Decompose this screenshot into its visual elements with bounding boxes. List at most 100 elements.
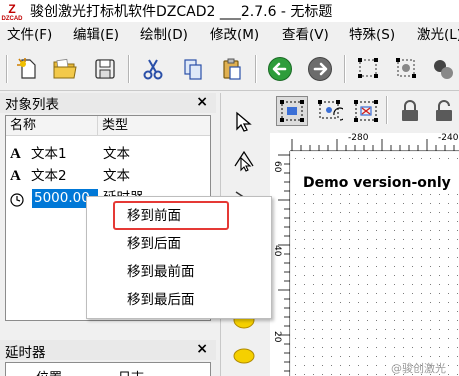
menu-item-bring-forward[interactable]: 移到前面 bbox=[127, 206, 181, 226]
grid-dot bbox=[376, 158, 377, 159]
grid-dot bbox=[313, 320, 314, 321]
menu-modify[interactable]: 修改(M) bbox=[210, 26, 259, 44]
object-type: 文本 bbox=[103, 168, 130, 184]
grid-dot bbox=[340, 365, 341, 366]
grid-dot bbox=[304, 266, 305, 267]
grid-dot bbox=[439, 329, 440, 330]
grid-dot bbox=[421, 257, 422, 258]
column-header-name[interactable]: 名称 bbox=[6, 116, 98, 136]
grid-dot bbox=[394, 239, 395, 240]
delay-list[interactable]: 位置 日志 bbox=[5, 362, 211, 376]
grid-dot bbox=[430, 311, 431, 312]
grid-dot bbox=[430, 275, 431, 276]
delay-column-position[interactable]: 位置 bbox=[36, 367, 62, 376]
menu-item-bring-to-front[interactable]: 移到最前面 bbox=[127, 262, 195, 282]
grid-dot bbox=[331, 374, 332, 375]
new-file-button[interactable] bbox=[13, 54, 43, 84]
grid-dot bbox=[295, 356, 296, 357]
grid-dot bbox=[421, 230, 422, 231]
grid-dot bbox=[421, 302, 422, 303]
grid-dot bbox=[304, 248, 305, 249]
grid-dot bbox=[403, 194, 404, 195]
unlock-button[interactable] bbox=[428, 96, 459, 126]
grid-dot bbox=[349, 356, 350, 357]
grid-dot bbox=[313, 347, 314, 348]
select-tool-button[interactable] bbox=[229, 107, 259, 137]
grid-dot bbox=[385, 302, 386, 303]
copy-icon bbox=[184, 59, 202, 80]
grid-dot bbox=[313, 275, 314, 276]
grid-dot bbox=[448, 239, 449, 240]
grid-dot bbox=[385, 158, 386, 159]
grid-dot bbox=[349, 194, 350, 195]
copy-button[interactable] bbox=[178, 54, 208, 84]
grid-dot bbox=[385, 248, 386, 249]
grid-dot bbox=[322, 248, 323, 249]
horizontal-ruler[interactable]: -280 -240 bbox=[290, 133, 459, 151]
menu-special[interactable]: 特殊(S) bbox=[349, 26, 395, 44]
node-edit-tool-button[interactable] bbox=[229, 145, 259, 175]
grid-dot bbox=[448, 311, 449, 312]
grid-dot bbox=[367, 329, 368, 330]
menu-edit[interactable]: 编辑(E) bbox=[73, 26, 119, 44]
menu-file[interactable]: 文件(F) bbox=[7, 26, 52, 44]
toolbar-grip bbox=[6, 55, 8, 83]
cut-button[interactable] bbox=[138, 54, 168, 84]
grid-dot bbox=[367, 230, 368, 231]
grid-dot bbox=[394, 257, 395, 258]
object-list-close-icon[interactable]: × bbox=[196, 94, 208, 110]
align-nodes-button[interactable] bbox=[276, 96, 308, 126]
delay-column-log[interactable]: 日志 bbox=[118, 367, 144, 376]
grid-dot bbox=[412, 284, 413, 285]
open-file-button[interactable] bbox=[50, 54, 80, 84]
grid-dot bbox=[313, 194, 314, 195]
column-header-type[interactable]: 类型 bbox=[98, 116, 210, 136]
rotate-nodes-button[interactable] bbox=[314, 96, 346, 126]
grid-dot bbox=[295, 257, 296, 258]
grid-dot bbox=[358, 329, 359, 330]
grid-dot bbox=[331, 356, 332, 357]
menu-view[interactable]: 查看(V) bbox=[282, 26, 329, 44]
lock-button[interactable] bbox=[394, 96, 426, 126]
grid-dot bbox=[367, 374, 368, 375]
grid-dot bbox=[376, 365, 377, 366]
node-select-button[interactable] bbox=[354, 54, 384, 84]
menu-laser[interactable]: 激光(L) bbox=[417, 26, 459, 44]
redo-arrow-icon bbox=[308, 57, 332, 81]
grid-dot bbox=[376, 212, 377, 213]
grid-dot bbox=[331, 266, 332, 267]
menu-item-send-to-back[interactable]: 移到最后面 bbox=[127, 290, 195, 310]
redo-button[interactable] bbox=[305, 54, 335, 84]
grid-dot bbox=[448, 302, 449, 303]
grid-dot bbox=[421, 221, 422, 222]
paste-button[interactable] bbox=[217, 54, 247, 84]
grid-dot bbox=[394, 329, 395, 330]
vertical-ruler[interactable]: 60 40 20 bbox=[270, 151, 290, 376]
grid-dot bbox=[412, 329, 413, 330]
drawing-canvas[interactable]: Demo version-only bbox=[291, 152, 459, 376]
grid-dot bbox=[322, 230, 323, 231]
grid-dot bbox=[340, 221, 341, 222]
node-combine-button[interactable] bbox=[428, 54, 458, 84]
grid-dot bbox=[439, 311, 440, 312]
grid-dot bbox=[331, 347, 332, 348]
grid-dot bbox=[430, 347, 431, 348]
object-list-row[interactable]: A 文本1 文本 bbox=[6, 144, 210, 165]
grid-dot bbox=[412, 239, 413, 240]
move-nodes-icon bbox=[280, 100, 304, 122]
node-group-button[interactable] bbox=[392, 54, 422, 84]
menu-item-send-backward[interactable]: 移到后面 bbox=[127, 234, 181, 254]
grid-dot bbox=[358, 365, 359, 366]
grid-dot bbox=[322, 356, 323, 357]
ellipse-fill-tool-button[interactable] bbox=[229, 341, 259, 371]
grid-dot bbox=[304, 356, 305, 357]
grid-dot bbox=[358, 338, 359, 339]
grid-dot bbox=[376, 293, 377, 294]
menu-draw[interactable]: 绘制(D) bbox=[140, 26, 188, 44]
delay-panel-close-icon[interactable]: × bbox=[196, 341, 208, 357]
object-list-row[interactable]: A 文本2 文本 bbox=[6, 166, 210, 187]
save-file-button[interactable] bbox=[90, 54, 120, 84]
delete-nodes-button[interactable] bbox=[350, 96, 382, 126]
undo-button[interactable] bbox=[265, 54, 295, 84]
grid-dot bbox=[322, 311, 323, 312]
